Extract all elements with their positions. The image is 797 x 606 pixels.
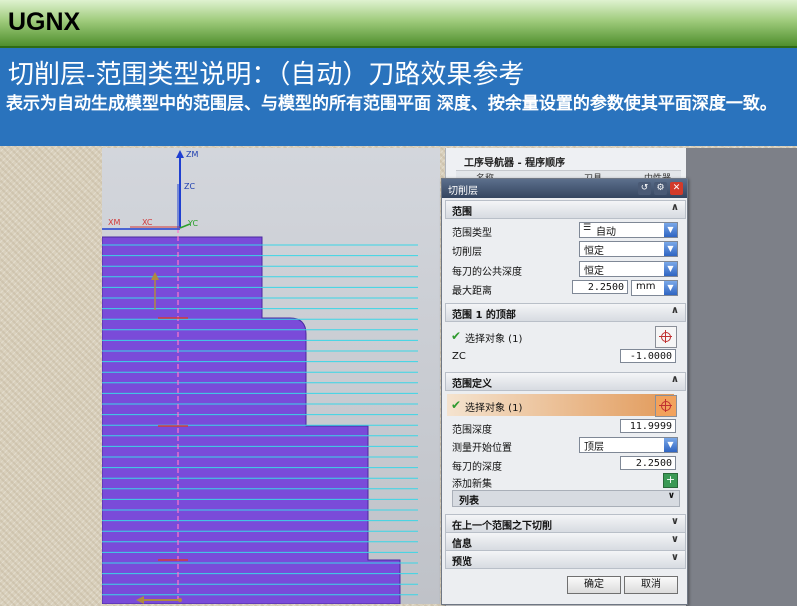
ok-button[interactable]: 确定 — [567, 576, 621, 594]
range-depth-input[interactable]: 11.9999 — [620, 419, 676, 433]
top-banner: UGNX — [0, 0, 797, 48]
section-preview-label: 预览 — [452, 557, 472, 568]
range-type-value: 自动 — [596, 227, 616, 238]
slide-description: 表示为自动生成模型中的范围层、与模型的所有范围平面 深度、按余量设置的参数使其平… — [6, 94, 777, 114]
section-range-def-label: 范围定义 — [452, 379, 492, 390]
chevron-down-icon: ▼ — [664, 281, 677, 295]
common-depth-value: 恒定 — [584, 266, 604, 277]
check-icon: ✔ — [451, 398, 462, 412]
depth-per-cut-label: 每刀的深度 — [452, 462, 502, 473]
section-range1-top-header[interactable]: 范围 1 的顶部 ∧ — [445, 303, 686, 322]
chevron-down-icon: ∨ — [670, 516, 679, 527]
range-depth-label: 范围深度 — [452, 425, 492, 436]
settings-icon[interactable]: ⚙ — [654, 182, 667, 195]
measure-from-label: 测量开始位置 — [452, 443, 512, 454]
zc-label: ZC — [184, 182, 196, 191]
check-icon: ✔ — [451, 329, 462, 343]
list-label: 列表 — [459, 496, 479, 507]
max-distance-label: 最大距离 — [452, 286, 492, 297]
zm-label: ZM — [186, 150, 199, 159]
section-info-header[interactable]: 信息 ∨ — [445, 532, 686, 551]
chevron-up-icon: ∧ — [670, 305, 679, 316]
slide-title: 切削层-范围类型说明：（自动）刀路效果参考 — [8, 60, 525, 90]
navigator-title: 工序导航器 - 程序顺序 — [464, 158, 566, 169]
heading-area: 切削层-范围类型说明：（自动）刀路效果参考 表示为自动生成模型中的范围层、与模型… — [0, 48, 797, 146]
max-distance-input[interactable]: 2.2500 — [572, 280, 628, 294]
cut-layer-value: 恒定 — [584, 246, 604, 257]
section-range-def-header[interactable]: 范围定义 ∧ — [445, 372, 686, 391]
chevron-down-icon: ∨ — [670, 552, 679, 563]
depth-per-cut-input[interactable]: 2.2500 — [620, 456, 676, 470]
max-distance-unit: mm — [636, 281, 656, 292]
chevron-up-icon: ∧ — [670, 202, 679, 213]
yc-label: YC — [188, 219, 199, 228]
chevron-up-icon: ∧ — [670, 374, 679, 385]
part-silhouette — [102, 236, 401, 604]
list-expander[interactable]: 列表 ∨ — [452, 490, 680, 507]
range-def-select-object[interactable]: ✔ 选择对象 (1) — [447, 394, 674, 416]
max-distance-unit-dropdown[interactable]: mm ▼ — [631, 280, 678, 296]
crosshair-select-icon[interactable] — [655, 326, 677, 348]
list-icon: ☰ — [583, 223, 592, 233]
close-icon[interactable]: ✕ — [670, 182, 683, 195]
measure-from-dropdown[interactable]: 顶层 ▼ — [579, 437, 678, 453]
chevron-down-icon: ▼ — [664, 438, 677, 452]
add-set-label: 添加新集 — [452, 479, 492, 490]
section-cut-below-label: 在上一个范围之下切削 — [452, 521, 552, 532]
cancel-button[interactable]: 取消 — [624, 576, 678, 594]
brand-label: UGNX — [8, 8, 81, 36]
range-type-dropdown[interactable]: ☰ 自动 ▼ — [579, 222, 678, 238]
cut-levels-dialog: 切削层 ↺ ⚙ ✕ 范围 ∧ 范围类型 ☰ 自动 ▼ 切削层 恒定 ▼ 每刀的公… — [441, 178, 688, 605]
range1-select-label: 选择对象 (1) — [465, 334, 523, 345]
range-type-label: 范围类型 — [452, 228, 492, 239]
chevron-down-icon: ▼ — [664, 223, 677, 237]
zc-input[interactable]: -1.0000 — [620, 349, 676, 363]
cut-layer-dropdown[interactable]: 恒定 ▼ — [579, 241, 678, 257]
common-depth-label: 每刀的公共深度 — [452, 267, 522, 278]
zm-axis-head — [176, 150, 184, 158]
section-info-label: 信息 — [452, 539, 472, 550]
chevron-down-icon: ▼ — [664, 242, 677, 256]
crosshair-select-icon[interactable] — [655, 395, 677, 417]
section-range-label: 范围 — [452, 207, 472, 218]
dialog-titlebar: 切削层 ↺ ⚙ ✕ — [442, 179, 687, 198]
xm-label: XM — [108, 218, 121, 227]
graphics-viewport[interactable]: ZM ZC XM XC YC — [102, 148, 440, 604]
range-def-select-label: 选择对象 (1) — [465, 403, 523, 414]
xc-label: XC — [142, 218, 153, 227]
add-set-icon[interactable]: + — [663, 473, 678, 488]
chevron-down-icon: ∨ — [667, 491, 675, 501]
section-preview-header[interactable]: 预览 ∨ — [445, 550, 686, 569]
reset-icon[interactable]: ↺ — [638, 182, 651, 195]
chevron-down-icon: ∨ — [670, 534, 679, 545]
range1-select-object[interactable]: ✔ 选择对象 (1) — [447, 325, 674, 347]
section-range1-top-label: 范围 1 的顶部 — [452, 310, 516, 321]
chevron-down-icon: ▼ — [664, 262, 677, 276]
bottom-arrow-dot — [178, 598, 182, 602]
cut-layer-label: 切削层 — [452, 247, 482, 258]
right-gray-area — [686, 148, 797, 606]
zc-field-label: ZC — [452, 351, 466, 362]
part-model — [102, 150, 418, 604]
section-cut-below-header[interactable]: 在上一个范围之下切削 ∨ — [445, 514, 686, 533]
common-depth-dropdown[interactable]: 恒定 ▼ — [579, 261, 678, 277]
dialog-title: 切削层 — [448, 186, 478, 197]
section-range-header[interactable]: 范围 ∧ — [445, 200, 686, 219]
measure-from-value: 顶层 — [584, 442, 604, 453]
